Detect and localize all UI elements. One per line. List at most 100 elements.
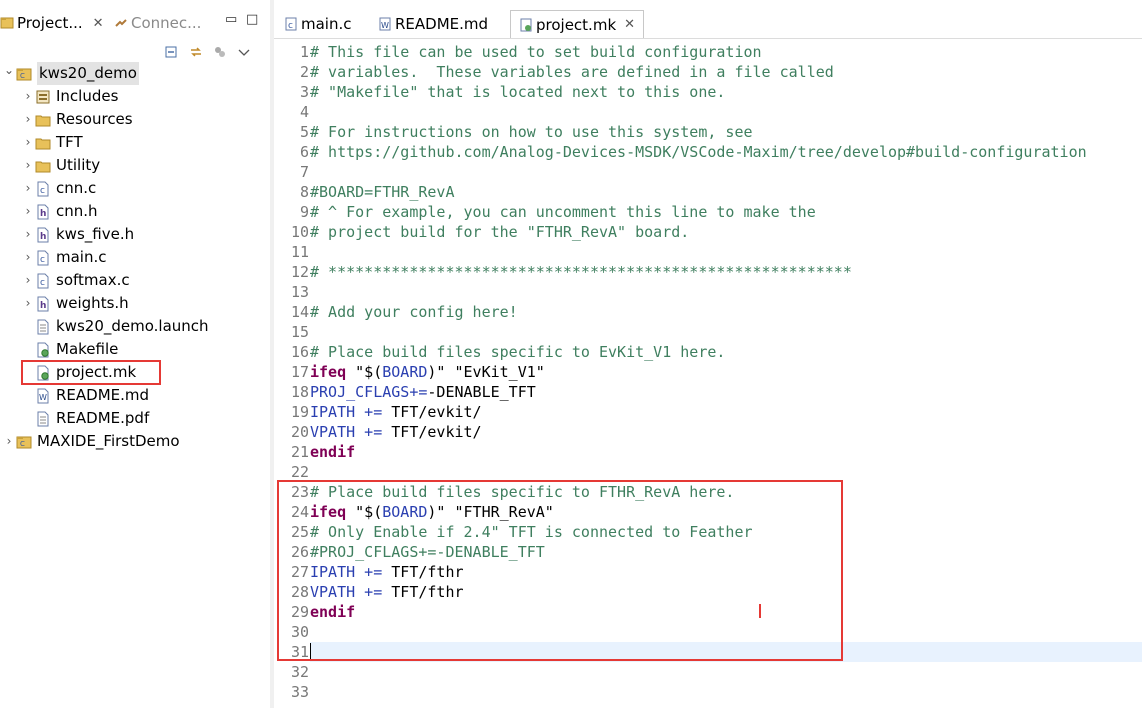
tree-item-weights-h[interactable]: › h weights.h: [21, 292, 129, 315]
tab-connections-label: Connec...: [131, 14, 202, 32]
close-icon[interactable]: ✕: [93, 16, 104, 31]
code-token: )" "FTHR_RevA": [427, 503, 554, 521]
chevron-right-icon[interactable]: ›: [21, 108, 35, 131]
line-number: 8: [299, 183, 309, 201]
svg-text:h: h: [40, 232, 46, 242]
tree-item-includes[interactable]: › Includes: [21, 85, 119, 108]
tree-item-tft[interactable]: › TFT: [21, 131, 83, 154]
code-token: # variables. These variables are defined…: [310, 63, 834, 81]
tree-item-label: kws20_demo: [37, 62, 139, 85]
tree-item-readme-pdf[interactable]: README.pdf: [21, 407, 149, 430]
code-token: VPATH: [310, 583, 356, 601]
overview-ruler: [274, 40, 287, 708]
collapse-all-icon[interactable]: [164, 44, 180, 60]
tree-item-label: README.md: [56, 386, 150, 404]
tab-readme-md[interactable]: W README.md: [370, 10, 496, 38]
code-line: PROJ_CFLAGS+=-DENABLE_TFT: [310, 382, 536, 402]
tree-item-cnn-c[interactable]: › c cnn.c: [21, 177, 97, 200]
chevron-right-icon[interactable]: ›: [21, 200, 35, 223]
project-icon: C: [16, 434, 32, 450]
chevron-right-icon[interactable]: ›: [21, 246, 35, 269]
code-token: VPATH: [310, 423, 356, 441]
tree-item-kws20-demo-launch[interactable]: kws20_demo.launch: [21, 315, 209, 338]
tree-item-label: project.mk: [56, 363, 137, 381]
code-token: # Place build files specific to FTHR_Rev…: [310, 483, 735, 501]
tab-readme-md-label: README.md: [395, 15, 489, 33]
svg-text:C: C: [20, 440, 25, 448]
line-number: 1: [299, 43, 309, 61]
code-line: # "Makefile" that is located next to thi…: [310, 82, 725, 102]
line-number: 5: [299, 123, 309, 141]
maximize-icon[interactable]: □: [246, 12, 258, 27]
tree-item-cnn-h[interactable]: › h cnn.h: [21, 200, 98, 223]
code-line: #BOARD=FTHR_RevA: [310, 182, 455, 202]
tab-project-explorer-label: Project...: [17, 14, 83, 32]
code-token: +=: [355, 563, 392, 581]
editor-tab-bar: c main.c W README.md project.mk ✕: [274, 0, 1142, 39]
tree-item-label: Makefile: [56, 340, 119, 358]
tree-item-label: Utility: [56, 156, 101, 174]
line-number: 25: [290, 523, 309, 541]
chevron-right-icon[interactable]: ›: [21, 131, 35, 154]
view-menu-icon[interactable]: [236, 44, 252, 60]
chevron-right-icon[interactable]: ›: [21, 223, 35, 246]
tree-item-label: kws20_demo.launch: [56, 317, 209, 335]
tree-item-label: Resources: [56, 110, 133, 128]
tree-item-label: weights.h: [56, 294, 129, 312]
folder-icon: [35, 135, 51, 151]
tree-item-kws20-demo[interactable]: ⌄ Ckws20_demo: [2, 62, 139, 85]
line-number: 26: [290, 543, 309, 561]
line-number: 18: [290, 383, 309, 401]
tree-item-label: MAXIDE_FirstDemo: [37, 432, 180, 450]
tree-item-main-c[interactable]: › c main.c: [21, 246, 107, 269]
filters-icon[interactable]: [212, 44, 228, 60]
code-line: ifeq "$(BOARD)" "EvKit_V1": [310, 362, 545, 382]
svg-text:c: c: [40, 255, 45, 265]
code-token: #BOARD=FTHR_RevA: [310, 183, 455, 201]
code-line: # ^ For example, you can uncomment this …: [310, 202, 816, 222]
connections-icon: [114, 16, 128, 30]
chevron-right-icon[interactable]: ›: [2, 430, 16, 453]
chevron-down-icon[interactable]: ⌄: [2, 59, 16, 82]
tab-project-explorer[interactable]: Project... ✕: [0, 8, 104, 38]
code-token: )" "EvKit_V1": [427, 363, 545, 381]
code-line: # Place build files specific to EvKit_V1…: [310, 342, 725, 362]
tree-item-project-mk[interactable]: project.mk: [21, 361, 136, 384]
chevron-right-icon[interactable]: ›: [21, 177, 35, 200]
line-number: 33: [290, 683, 309, 701]
code-token: # project build for the "FTHR_RevA" boar…: [310, 223, 690, 241]
chevron-right-icon[interactable]: ›: [21, 85, 35, 108]
line-number: 6: [299, 143, 309, 161]
tree-item-resources[interactable]: › Resources: [21, 108, 133, 131]
minimize-icon[interactable]: ▭: [225, 12, 237, 27]
link-with-editor-icon[interactable]: [188, 44, 204, 60]
chevron-right-icon[interactable]: ›: [21, 154, 35, 177]
code-token: IPATH: [310, 403, 356, 421]
tree-item-maxide-firstdemo[interactable]: › C MAXIDE_FirstDemo: [2, 430, 180, 453]
tab-connections[interactable]: Connec...: [114, 8, 201, 38]
tree-item-readme-md[interactable]: W README.md: [21, 384, 149, 407]
code-line: # https://github.com/Analog-Devices-MSDK…: [310, 142, 1087, 162]
tree-item-utility[interactable]: › Utility: [21, 154, 101, 177]
pdf-file-icon: [35, 411, 51, 427]
line-number: 7: [299, 163, 309, 181]
chevron-right-icon[interactable]: ›: [21, 292, 35, 315]
tree-item-softmax-c[interactable]: › c softmax.c: [21, 269, 130, 292]
tree-item-label: kws_five.h: [56, 225, 135, 243]
line-number: 2: [299, 63, 309, 81]
line-number: 13: [290, 283, 309, 301]
chevron-right-icon[interactable]: ›: [21, 269, 35, 292]
code-token: TFT/fthr: [391, 583, 464, 601]
code-token: # Place build files specific to EvKit_V1…: [310, 343, 726, 361]
close-icon[interactable]: ✕: [624, 17, 635, 32]
tree-item-makefile[interactable]: Makefile: [21, 338, 118, 361]
tab-project-mk[interactable]: project.mk ✕: [510, 10, 645, 38]
code-text-area[interactable]: 1 2 3 4 5 6 7 8 9 10 11 12 13 14 15 16 17 18 19 20 21 22 23 24 2…: [274, 40, 1142, 708]
line-number: 22: [290, 463, 309, 481]
tree-item-kws-five-h[interactable]: › h kws_five.h: [21, 223, 135, 246]
tree-item-label: README.pdf: [56, 409, 150, 427]
code-token: #PROJ_CFLAGS+=-DENABLE_TFT: [310, 543, 545, 561]
code-line: ifeq "$(BOARD)" "FTHR_RevA": [310, 502, 554, 522]
tab-main-c[interactable]: c main.c: [276, 10, 360, 38]
tab-main-c-label: main.c: [301, 15, 352, 33]
